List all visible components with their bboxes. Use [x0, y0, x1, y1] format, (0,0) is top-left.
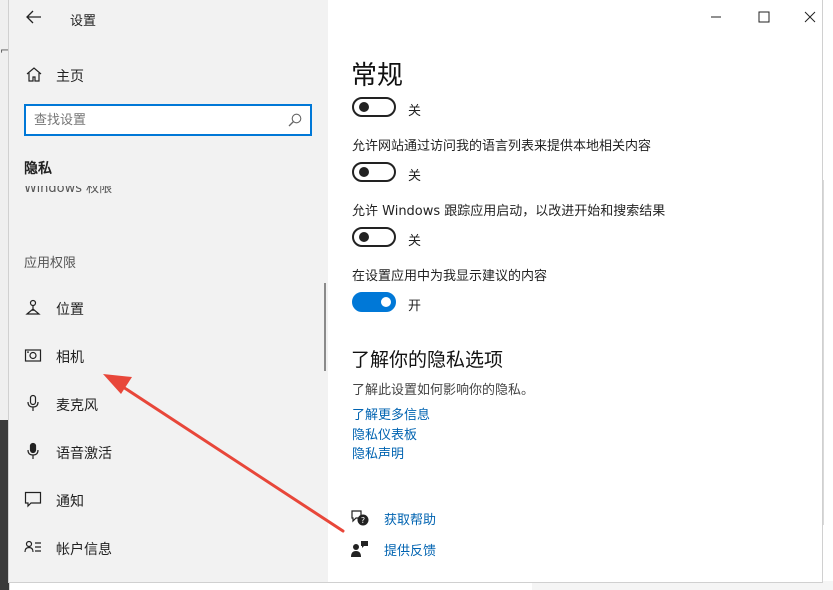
background-bottom-edge: [532, 581, 833, 590]
toggle-state-label: 关: [408, 234, 422, 249]
group-header-app-permissions: 应用权限: [24, 256, 77, 271]
background-glyph: ⌐: [0, 44, 10, 57]
sidebar-item-label: 麦克风: [56, 398, 98, 414]
sidebar-scrollbar[interactable]: [324, 283, 326, 371]
sidebar-item-home[interactable]: 主页: [9, 58, 328, 92]
feedback-label: 提供反馈: [384, 544, 437, 559]
get-help-icon: ?: [351, 510, 369, 526]
toggle-switch[interactable]: [352, 97, 396, 117]
toggle-knob: [359, 102, 369, 112]
toggle-state-label: 关: [408, 104, 422, 119]
feedback-icon: [351, 541, 368, 557]
minimize-button[interactable]: [701, 4, 731, 30]
toggle-knob: [359, 167, 369, 177]
minimize-icon: [711, 16, 721, 18]
page-heading-general: 常规: [351, 61, 404, 91]
search-input[interactable]: [34, 110, 274, 130]
content-pane: 常规 关 允许网站通过访问我的语言列表来提供本地相关内容 关 允许 Window…: [328, 0, 822, 582]
background-scrollbar: [822, 180, 824, 525]
account-info-icon: [24, 540, 41, 553]
background-dark-area: [0, 420, 9, 590]
sidebar-item-label: 帐户信息: [56, 542, 112, 558]
notification-icon: [24, 491, 42, 508]
setting-description: 在设置应用中为我显示建议的内容: [352, 269, 548, 284]
sidebar-item-label: 位置: [56, 302, 84, 318]
sidebar-item-label: 语音激活: [56, 446, 112, 462]
setting-description: 允许网站通过访问我的语言列表来提供本地相关内容: [352, 139, 652, 154]
screenshot-stage: ⌐ 设置 主页 查找设置 隐私 Windows 权限 应用权限 位置 相机 麦克…: [0, 0, 833, 590]
sidebar-item-camera[interactable]: 相机: [9, 336, 324, 376]
toggle-switch-suggested-content[interactable]: [352, 292, 396, 312]
home-icon: [26, 67, 42, 82]
sidebar-item-microphone[interactable]: 麦克风: [9, 384, 324, 424]
close-button[interactable]: [795, 4, 825, 30]
link-learn-more[interactable]: 了解更多信息: [352, 404, 430, 423]
voice-activation-icon: [27, 442, 39, 459]
camera-icon: [24, 349, 42, 362]
sidebar: 设置 主页 隐私 Windows 权限 应用权限: [9, 0, 328, 582]
sidebar-item-account-info[interactable]: 帐户信息: [9, 528, 324, 568]
maximize-button[interactable]: [749, 4, 779, 30]
get-help-label: 获取帮助: [384, 513, 437, 528]
back-button[interactable]: [22, 6, 46, 28]
sidebar-item-label: 相机: [56, 350, 84, 366]
svg-text:?: ?: [361, 516, 365, 525]
close-icon: [804, 11, 816, 23]
toggle-state-label: 关: [408, 169, 422, 184]
sidebar-item-notifications[interactable]: 通知: [9, 480, 324, 520]
background-right-edge: [822, 0, 833, 590]
toggle-switch-app-launch-tracking[interactable]: [352, 227, 396, 247]
section-heading-privacy-options: 了解你的隐私选项: [351, 349, 504, 371]
toggle-state-label: 开: [408, 299, 422, 314]
back-arrow-icon: [26, 10, 41, 24]
toggle-knob: [381, 297, 391, 307]
maximize-icon: [758, 11, 770, 23]
sidebar-item-label: 通知: [56, 494, 84, 510]
section-description: 了解此设置如何影响你的隐私。: [352, 383, 535, 398]
location-icon: [25, 299, 41, 315]
search-icon[interactable]: [287, 112, 303, 128]
toggle-knob: [359, 232, 369, 242]
sidebar-item-label: Windows 权限: [24, 186, 113, 196]
sidebar-item-location[interactable]: 位置: [9, 288, 324, 328]
window-title: 设置: [70, 14, 97, 29]
search-box[interactable]: [24, 104, 312, 136]
link-privacy-dashboard[interactable]: 隐私仪表板: [352, 424, 417, 443]
setting-description: 允许 Windows 跟踪应用启动，以改进开始和搜索结果: [352, 204, 666, 219]
toggle-switch-language-list[interactable]: [352, 162, 396, 182]
settings-window: 设置 主页 隐私 Windows 权限 应用权限: [9, 0, 822, 582]
link-privacy-statement[interactable]: 隐私声明: [352, 443, 404, 462]
sidebar-item-voice-activation[interactable]: 语音激活: [9, 432, 324, 472]
sidebar-item-label: 主页: [56, 69, 84, 85]
sidebar-item-partial[interactable]: Windows 权限: [24, 186, 224, 200]
microphone-icon: [27, 394, 39, 411]
section-title-privacy: 隐私: [24, 161, 52, 177]
